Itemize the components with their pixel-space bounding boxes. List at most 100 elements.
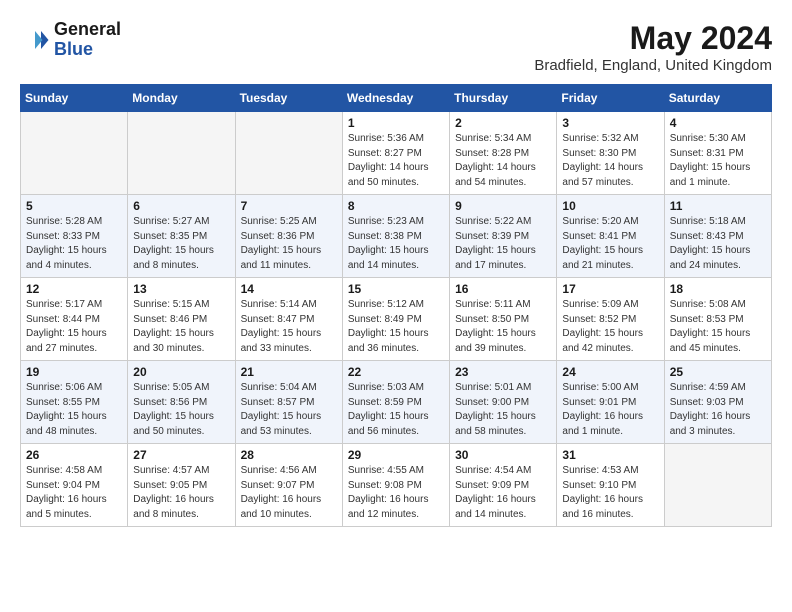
calendar-cell: 23Sunrise: 5:01 AMSunset: 9:00 PMDayligh… xyxy=(450,361,557,444)
calendar-cell: 9Sunrise: 5:22 AMSunset: 8:39 PMDaylight… xyxy=(450,195,557,278)
calendar-cell: 4Sunrise: 5:30 AMSunset: 8:31 PMDaylight… xyxy=(664,112,771,195)
calendar-cell: 10 Sunrise: 5:20 AMSunset: 8:41 PMDayligh… xyxy=(557,195,664,278)
day-info: Sunrise: 5:27 AMSunset: 8:35 PMDaylight:… xyxy=(133,215,229,273)
calendar-cell: 28 Sunrise: 4:56 AMSunset: 9:07 PMDayligh… xyxy=(235,444,342,527)
day-number: 14 xyxy=(241,282,337,296)
weekday-header-monday: Monday xyxy=(128,85,235,112)
day-number: 20 xyxy=(133,365,229,379)
day-number: 29 xyxy=(348,448,444,462)
month-title: May 2024 xyxy=(534,20,772,57)
weekday-header-saturday: Saturday xyxy=(664,85,771,112)
weekday-header-sunday: Sunday xyxy=(21,85,128,112)
day-number: 21 xyxy=(241,365,337,379)
day-info: Sunrise: 4:56 AMSunset: 9:07 PMDaylight:… xyxy=(241,464,337,522)
day-info: Sunrise: 5:06 AMSunset: 8:55 PMDaylight:… xyxy=(26,381,122,439)
calendar-cell: 20 Sunrise: 5:05 AMSunset: 8:56 PMDayligh… xyxy=(128,361,235,444)
day-number: 18 xyxy=(670,282,766,296)
calendar-week-row: 5 Sunrise: 5:28 AMSunset: 8:33 PMDaylight… xyxy=(21,195,772,278)
day-number: 23 xyxy=(455,365,551,379)
day-info: Sunrise: 5:05 AMSunset: 8:56 PMDaylight:… xyxy=(133,381,229,439)
calendar-cell: 6Sunrise: 5:27 AMSunset: 8:35 PMDaylight… xyxy=(128,195,235,278)
calendar-cell: 12 Sunrise: 5:17 AMSunset: 8:44 PMDayligh… xyxy=(21,278,128,361)
day-info: Sunrise: 5:25 AMSunset: 8:36 PMDaylight:… xyxy=(241,215,337,273)
day-number: 16 xyxy=(455,282,551,296)
weekday-header-thursday: Thursday xyxy=(450,85,557,112)
day-number: 1 xyxy=(348,116,444,130)
day-number: 12 xyxy=(26,282,122,296)
day-info: Sunrise: 5:17 AMSunset: 8:44 PMDaylight:… xyxy=(26,298,122,356)
day-number: 19 xyxy=(26,365,122,379)
calendar-cell: 21 Sunrise: 5:04 AMSunset: 8:57 PMDayligh… xyxy=(235,361,342,444)
day-info: Sunrise: 4:57 AMSunset: 9:05 PMDaylight:… xyxy=(133,464,229,522)
calendar-cell: 3 Sunrise: 5:32 AMSunset: 8:30 PMDaylight… xyxy=(557,112,664,195)
day-number: 26 xyxy=(26,448,122,462)
calendar-cell: 18 Sunrise: 5:08 AMSunset: 8:53 PMDayligh… xyxy=(664,278,771,361)
calendar-cell: 7 Sunrise: 5:25 AMSunset: 8:36 PMDaylight… xyxy=(235,195,342,278)
day-info: Sunrise: 5:34 AMSunset: 8:28 PMDaylight:… xyxy=(455,132,551,190)
day-number: 11 xyxy=(670,199,766,213)
logo: General Blue xyxy=(20,20,121,60)
weekday-header-friday: Friday xyxy=(557,85,664,112)
day-info: Sunrise: 4:59 AMSunset: 9:03 PMDaylight:… xyxy=(670,381,766,439)
day-number: 24 xyxy=(562,365,658,379)
calendar-week-row: 1 Sunrise: 5:36 AMSunset: 8:27 PMDaylight… xyxy=(21,112,772,195)
calendar-cell: 29Sunrise: 4:55 AMSunset: 9:08 PMDayligh… xyxy=(342,444,449,527)
day-number: 3 xyxy=(562,116,658,130)
calendar-cell: 15 Sunrise: 5:12 AMSunset: 8:49 PMDayligh… xyxy=(342,278,449,361)
calendar-cell: 14 Sunrise: 5:14 AMSunset: 8:47 PMDayligh… xyxy=(235,278,342,361)
calendar-week-row: 12 Sunrise: 5:17 AMSunset: 8:44 PMDayligh… xyxy=(21,278,772,361)
day-info: Sunrise: 5:14 AMSunset: 8:47 PMDaylight:… xyxy=(241,298,337,356)
day-number: 15 xyxy=(348,282,444,296)
day-info: Sunrise: 5:08 AMSunset: 8:53 PMDaylight:… xyxy=(670,298,766,356)
day-number: 31 xyxy=(562,448,658,462)
day-info: Sunrise: 5:22 AMSunset: 8:39 PMDaylight:… xyxy=(455,215,551,273)
day-info: Sunrise: 5:15 AMSunset: 8:46 PMDaylight:… xyxy=(133,298,229,356)
day-number: 30 xyxy=(455,448,551,462)
day-number: 2 xyxy=(455,116,551,130)
calendar-cell xyxy=(128,112,235,195)
calendar-cell: 2 Sunrise: 5:34 AMSunset: 8:28 PMDaylight… xyxy=(450,112,557,195)
logo-icon xyxy=(20,25,50,55)
logo-blue: Blue xyxy=(54,40,121,60)
location-title: Bradfield, England, United Kingdom xyxy=(534,57,772,74)
day-number: 28 xyxy=(241,448,337,462)
day-info: Sunrise: 5:11 AMSunset: 8:50 PMDaylight:… xyxy=(455,298,551,356)
day-info: Sunrise: 5:12 AMSunset: 8:49 PMDaylight:… xyxy=(348,298,444,356)
day-info: Sunrise: 5:36 AMSunset: 8:27 PMDaylight:… xyxy=(348,132,444,190)
calendar-cell: 13Sunrise: 5:15 AMSunset: 8:46 PMDayligh… xyxy=(128,278,235,361)
calendar-cell: 25Sunrise: 4:59 AMSunset: 9:03 PMDayligh… xyxy=(664,361,771,444)
calendar-cell xyxy=(235,112,342,195)
calendar-cell: 31 Sunrise: 4:53 AMSunset: 9:10 PMDayligh… xyxy=(557,444,664,527)
calendar-cell: 1 Sunrise: 5:36 AMSunset: 8:27 PMDaylight… xyxy=(342,112,449,195)
page-header: General Blue May 2024 Bradfield, England… xyxy=(20,20,772,74)
calendar-week-row: 26 Sunrise: 4:58 AMSunset: 9:04 PMDayligh… xyxy=(21,444,772,527)
calendar-cell xyxy=(21,112,128,195)
day-info: Sunrise: 5:28 AMSunset: 8:33 PMDaylight:… xyxy=(26,215,122,273)
calendar-cell: 27 Sunrise: 4:57 AMSunset: 9:05 PMDayligh… xyxy=(128,444,235,527)
calendar-cell: 24 Sunrise: 5:00 AMSunset: 9:01 PMDayligh… xyxy=(557,361,664,444)
calendar-week-row: 19 Sunrise: 5:06 AMSunset: 8:55 PMDayligh… xyxy=(21,361,772,444)
day-info: Sunrise: 5:04 AMSunset: 8:57 PMDaylight:… xyxy=(241,381,337,439)
calendar-cell: 16 Sunrise: 5:11 AMSunset: 8:50 PMDayligh… xyxy=(450,278,557,361)
day-number: 4 xyxy=(670,116,766,130)
calendar-cell: 11Sunrise: 5:18 AMSunset: 8:43 PMDayligh… xyxy=(664,195,771,278)
calendar-table: SundayMondayTuesdayWednesdayThursdayFrid… xyxy=(20,84,772,527)
day-info: Sunrise: 5:20 AMSunset: 8:41 PMDaylight:… xyxy=(562,215,658,273)
weekday-header-tuesday: Tuesday xyxy=(235,85,342,112)
day-info: Sunrise: 5:32 AMSunset: 8:30 PMDaylight:… xyxy=(562,132,658,190)
calendar-cell: 8Sunrise: 5:23 AMSunset: 8:38 PMDaylight… xyxy=(342,195,449,278)
day-number: 22 xyxy=(348,365,444,379)
day-info: Sunrise: 4:54 AMSunset: 9:09 PMDaylight:… xyxy=(455,464,551,522)
calendar-cell: 30 Sunrise: 4:54 AMSunset: 9:09 PMDayligh… xyxy=(450,444,557,527)
day-number: 10 xyxy=(562,199,658,213)
day-number: 7 xyxy=(241,199,337,213)
calendar-cell: 19 Sunrise: 5:06 AMSunset: 8:55 PMDayligh… xyxy=(21,361,128,444)
day-info: Sunrise: 4:53 AMSunset: 9:10 PMDaylight:… xyxy=(562,464,658,522)
day-info: Sunrise: 5:00 AMSunset: 9:01 PMDaylight:… xyxy=(562,381,658,439)
day-info: Sunrise: 4:58 AMSunset: 9:04 PMDaylight:… xyxy=(26,464,122,522)
calendar-cell: 5 Sunrise: 5:28 AMSunset: 8:33 PMDaylight… xyxy=(21,195,128,278)
day-number: 5 xyxy=(26,199,122,213)
day-number: 27 xyxy=(133,448,229,462)
weekday-header-wednesday: Wednesday xyxy=(342,85,449,112)
calendar-cell xyxy=(664,444,771,527)
